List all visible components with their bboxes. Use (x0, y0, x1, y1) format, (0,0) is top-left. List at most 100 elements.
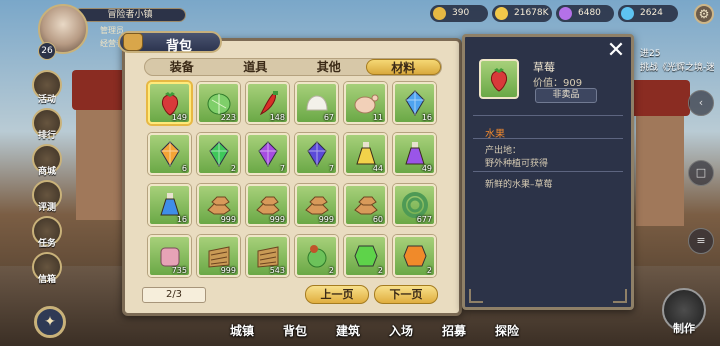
menu-recruit[interactable]: 招募 (442, 322, 466, 339)
detail-source-label: 产出地： (485, 146, 522, 156)
purple-crystal-icon (258, 141, 278, 167)
gold-icon (495, 7, 508, 20)
item-slot[interactable]: 148 (246, 82, 289, 124)
gem-purple-icon (559, 7, 572, 20)
tab-items[interactable]: 道具 (219, 59, 293, 75)
item-slot[interactable]: 999 (246, 184, 289, 226)
crown-icon (433, 7, 446, 20)
item-slot[interactable]: 2 (393, 235, 436, 277)
sidebar-shop-label: 商城 (37, 167, 56, 177)
item-grid: 149 223 148 67 11 16 6 2 7 7 44 49 16 999 999 999 60 677 7… (148, 82, 440, 278)
tab-equipment[interactable]: 装备 (145, 59, 219, 75)
item-slot[interactable]: 49 (393, 133, 436, 175)
item-slot[interactable]: 999 (197, 184, 240, 226)
menu-enter[interactable]: 入场 (389, 322, 413, 339)
item-count: 6 (181, 164, 187, 173)
menu-explore[interactable]: 探险 (495, 322, 519, 339)
item-slot[interactable]: 16 (393, 82, 436, 124)
item-count: 16 (176, 215, 187, 224)
close-icon[interactable]: ✕ (605, 40, 627, 63)
item-count: 735 (171, 266, 187, 275)
item-slot[interactable]: 2 (295, 235, 338, 277)
item-count: 543 (269, 266, 285, 275)
resource-value: 6480 (578, 8, 601, 18)
detail-item-tag: 非卖品 (535, 88, 597, 103)
item-count: 999 (220, 266, 236, 275)
vegetable-icon (307, 245, 327, 268)
strawberry-icon (490, 68, 508, 92)
bag-tabs: 装备 道具 其他 材料 (144, 58, 442, 76)
prev-page-button[interactable]: 上一页 (305, 285, 369, 304)
bg-tower-left (76, 110, 124, 220)
divider (473, 138, 623, 139)
item-slot[interactable]: 999 (197, 235, 240, 277)
resource-value: 2624 (640, 8, 663, 18)
bg-roof-right (630, 80, 690, 116)
tab-other[interactable]: 其他 (292, 59, 366, 75)
item-count: 16 (421, 113, 432, 122)
menu-build[interactable]: 建筑 (336, 322, 360, 339)
item-slot[interactable]: 735 (148, 235, 191, 277)
green-crystal-icon (209, 141, 229, 167)
sidebar-rank-label: 排行 (37, 131, 56, 141)
item-slot[interactable]: 149 (148, 82, 191, 124)
sidebar-task-label: 任务 (37, 239, 56, 249)
item-slot[interactable]: 543 (246, 235, 289, 277)
chevron-left-icon[interactable]: ‹ (688, 90, 714, 116)
item-count: 999 (220, 215, 236, 224)
indigo-crystal-icon (307, 141, 327, 167)
item-count: 7 (279, 164, 285, 173)
item-count: 223 (220, 113, 236, 122)
item-count: 7 (328, 164, 334, 173)
item-slot[interactable]: 67 (295, 82, 338, 124)
item-slot[interactable]: 2 (197, 133, 240, 175)
item-slot[interactable]: 11 (344, 82, 387, 124)
orange-crystal-icon (160, 141, 180, 167)
player-name: 冒险者小镇 (74, 8, 186, 22)
item-count: 677 (416, 215, 432, 224)
square-icon[interactable]: □ (688, 160, 714, 186)
bg-tower-right (636, 116, 684, 226)
divider (473, 171, 623, 172)
item-slot[interactable]: 7 (295, 133, 338, 175)
corner-ornament (613, 289, 627, 303)
divider (473, 115, 623, 116)
item-slot[interactable]: 60 (344, 184, 387, 226)
sidebar-activity-label: 活动 (37, 95, 56, 105)
craft-button[interactable]: 制作 (662, 288, 706, 335)
corner-ornament (469, 289, 483, 303)
item-slot[interactable]: 999 (295, 184, 338, 226)
page-indicator: 2/3 (142, 287, 206, 303)
craft-label: 制作 (673, 322, 695, 335)
right-challenge-text: 挑战《光辉之境-迷 (640, 63, 714, 73)
resource-value: 390 (452, 8, 470, 18)
item-slot[interactable]: 44 (344, 133, 387, 175)
menu-bag[interactable]: 背包 (283, 322, 307, 339)
sidebar-review-label: 评测 (37, 203, 56, 213)
resource-gem[interactable]: 6480 (556, 5, 614, 22)
bag-title-bar: 背包 (118, 31, 222, 54)
menu-lines-icon[interactable]: ≡ (688, 228, 714, 254)
gear-icon[interactable]: ⚙ (694, 4, 714, 24)
item-count: 149 (171, 113, 187, 122)
resource-gold[interactable]: 21678K (492, 5, 552, 22)
tab-materials[interactable]: 材料 (365, 59, 441, 75)
menu-town[interactable]: 城镇 (230, 322, 254, 339)
item-count: 44 (372, 164, 383, 173)
next-page-button[interactable]: 下一页 (374, 285, 438, 304)
item-slot[interactable]: 223 (197, 82, 240, 124)
item-slot[interactable]: 6 (148, 133, 191, 175)
detail-item-thumb (479, 59, 519, 99)
item-slot[interactable]: 2 (344, 235, 387, 277)
compass-icon[interactable]: ✦ (34, 306, 66, 338)
item-slot[interactable]: 677 (393, 184, 436, 226)
item-slot[interactable]: 16 (148, 184, 191, 226)
resource-crown[interactable]: 390 (430, 5, 488, 22)
resource-value: 21678K (514, 8, 549, 18)
item-slot[interactable]: 7 (246, 133, 289, 175)
sidebar-mail-label: 信箱 (37, 275, 56, 285)
bag-title: 背包 (166, 39, 193, 54)
item-count: 148 (269, 113, 285, 122)
right-top-text: 进25 (640, 49, 661, 59)
resource-diamond[interactable]: 2624 (618, 5, 678, 22)
